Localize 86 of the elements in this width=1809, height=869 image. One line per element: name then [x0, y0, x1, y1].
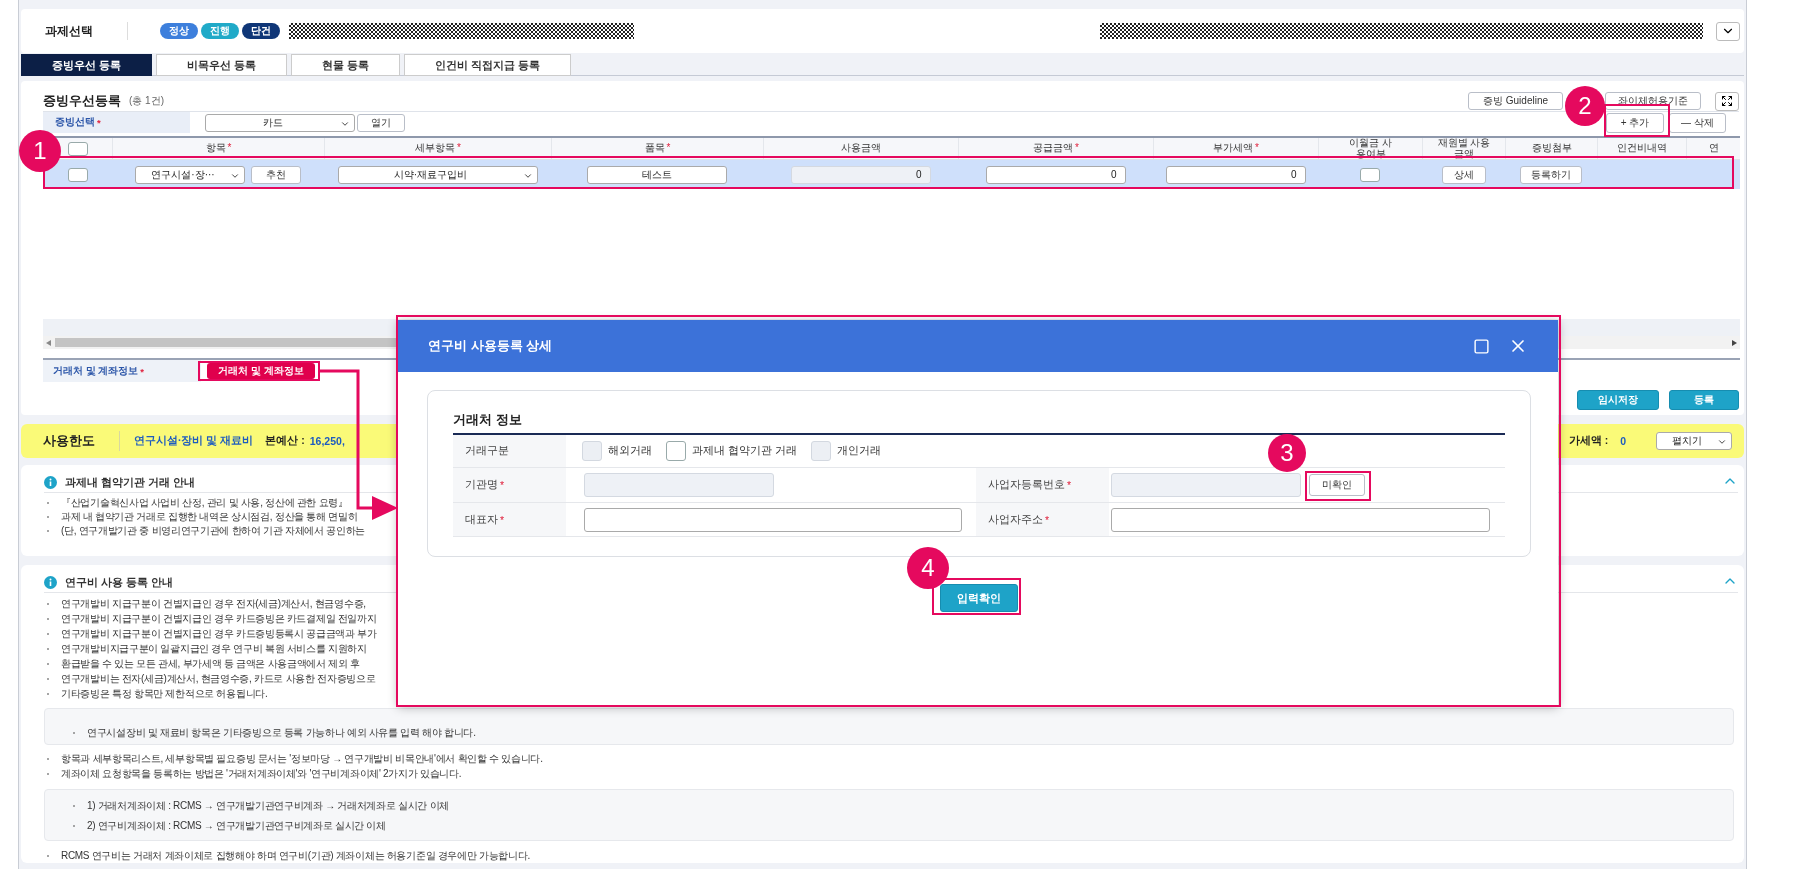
- column-header: 세부항목 *: [324, 138, 551, 159]
- register-attachment-button[interactable]: 등록하기: [1520, 165, 1582, 184]
- tab[interactable]: 비목우선 등록: [156, 54, 288, 76]
- total-count: (총 1건): [129, 94, 164, 108]
- add-button[interactable]: + 추가: [1606, 112, 1664, 133]
- expand-button[interactable]: [1715, 91, 1739, 111]
- notice-text: 2) 연구비계좌이체 : RCMS → 연구개발기관연구비계좌로 실시간 이체: [87, 819, 386, 833]
- checkbox[interactable]: [666, 441, 686, 461]
- budget-label: 본예산 :: [265, 434, 305, 448]
- column-header: 사용금액: [763, 138, 958, 159]
- left-arrow-icon[interactable]: [46, 339, 51, 346]
- input-field[interactable]: [584, 507, 962, 532]
- dialog-title: 연구비 사용등록 상세: [428, 337, 553, 355]
- notice-text: 1) 거래처계좌이체 : RCMS → 연구개발기관연구비계좌 → 거래처계좌로 실시간 이체: [87, 799, 450, 813]
- notice-text: 계좌이체 요청항목을 등록하는 방법은 '거래처계좌이체'와 '연구비계좌이체' 2가지가 있습니다.: [61, 766, 462, 781]
- detail-button[interactable]: 상세: [1441, 165, 1486, 184]
- vat-value: 0: [1620, 435, 1626, 447]
- notice-text: 과제 내 협약기관 거래로 집행한 내역은 상시점검, 정산을 통해 면밀히: [61, 510, 358, 524]
- recommend-button[interactable]: 추천: [251, 165, 301, 184]
- chevron-down-button[interactable]: [1716, 21, 1740, 41]
- dropdown[interactable]: 시약·재료구입비: [337, 165, 538, 184]
- transfer-criteria-button[interactable]: 좌이체허용기준: [1605, 92, 1701, 110]
- column-header: 항목 *: [112, 138, 324, 159]
- checkbox-label: 개인거래: [836, 444, 881, 458]
- notice-text: (단, 연구개발기관 중 비영리연구기관에 한하여 기관 자체에서 공인하는: [61, 524, 366, 538]
- notice-text: 『산업기술혁신사업 사업비 산정, 관리 및 사용, 정산에 관한 요령』: [61, 496, 348, 510]
- filter-label: 증빙선택 *: [43, 112, 190, 133]
- field-label: 사업자등록번호 *: [976, 468, 1109, 502]
- input-field[interactable]: 0: [1165, 165, 1306, 184]
- caret-icon: [1717, 437, 1727, 447]
- notice-title: 연구비 사용 등록 안내: [65, 575, 174, 590]
- column-header: 부가세액 *: [1153, 138, 1318, 159]
- field-label: 거래처 및 계좌정보 *: [43, 360, 201, 382]
- guideline-button[interactable]: 증빙 Guideline: [1468, 92, 1563, 110]
- column-header: 품목 *: [551, 138, 763, 159]
- checkbox-label: 과제내 협약기관 거래: [692, 444, 797, 458]
- info-icon: [44, 576, 57, 589]
- dropdown[interactable]: 연구시설·장···: [135, 165, 245, 184]
- field-label: 거래구분: [453, 435, 566, 467]
- dropdown[interactable]: 펼치기: [1656, 432, 1732, 450]
- limit-title: 사용한도: [43, 432, 95, 450]
- project-select-label: 과제선택: [45, 22, 93, 40]
- notice-text: 연구시설장비 및 재료비 항목은 기타증빙으로 등록 가능하나 예외 사유를 입력 해야 합니다.: [87, 726, 476, 740]
- notice-text: 연구개발비 지급구분이 건별지급인 경우 카드증빙등록시 공급금액과 부가: [61, 626, 377, 641]
- field-label: 사업자주소 *: [976, 503, 1109, 536]
- delete-button[interactable]: — 삭제: [1669, 112, 1726, 133]
- checkbox[interactable]: [1360, 167, 1380, 182]
- notice-text: 환급받을 수 있는 모든 관세, 부가세액 등 금액은 사용금액에서 제외 후: [61, 656, 360, 671]
- open-button[interactable]: 열기: [357, 113, 405, 132]
- vat-label: 가세액 :: [1568, 434, 1609, 448]
- tab[interactable]: 증빙우선 등록: [21, 54, 153, 76]
- field-label: 기관명 *: [453, 468, 566, 502]
- notice-text: 연구개발비 지급구분이 건별지급인 경우 카드증빙은 카드결제일 전일까지: [61, 611, 377, 626]
- status-badge: 정상: [160, 23, 198, 39]
- notice-text: 항목과 세부항목리스트, 세부항목별 필요증빙 문서는 '정보마당 → 연구개발비 비목안내'에서 확인할 수 있습니다.: [61, 751, 543, 766]
- column-header: 연: [1686, 138, 1740, 159]
- column-header: 증빙첨부: [1505, 138, 1597, 159]
- budget-value: 16,250,: [309, 435, 345, 447]
- checkbox-label: 해외거래: [608, 444, 652, 458]
- maximize-icon[interactable]: [1473, 337, 1490, 355]
- column-header: 공급금액 *: [958, 138, 1153, 159]
- input-field[interactable]: [1111, 507, 1490, 532]
- notice-text: 기타증빙은 특정 항목만 제한적으로 허용됩니다.: [61, 686, 268, 701]
- status-badge: 진행: [201, 23, 239, 39]
- input-field[interactable]: 0: [985, 165, 1126, 184]
- right-arrow-icon[interactable]: [1732, 339, 1737, 346]
- highlight-frame: [1604, 104, 1670, 137]
- notice-text: 연구개발비지급구분이 일괄지급인 경우 연구비 복원 서비스를 지원하지: [61, 641, 367, 656]
- category-text: 연구시설·장비 및 재료비: [134, 434, 254, 448]
- tab[interactable]: 현물 등록: [291, 54, 401, 76]
- tab[interactable]: 인건비 직접지급 등록: [404, 54, 572, 76]
- vendor-account-button[interactable]: 거래처 및 계좌정보: [207, 363, 315, 379]
- field-label: 대표자 *: [453, 503, 566, 536]
- checkbox[interactable]: [67, 167, 88, 182]
- card-title: 증빙우선등록: [43, 92, 121, 110]
- expand-icon: [1721, 95, 1733, 107]
- notice-title: 과제내 협약기관 거래 안내: [65, 475, 196, 490]
- input-field[interactable]: 테스트: [587, 165, 727, 184]
- info-icon: [44, 476, 57, 489]
- notice-text: 연구개발비 지급구분이 건별지급인 경우 전자(세금)계산서, 현금영수증,: [61, 596, 366, 611]
- checkbox[interactable]: [67, 141, 88, 156]
- column-header: 인건비내역: [1597, 138, 1686, 159]
- dropdown[interactable]: 카드: [205, 113, 355, 132]
- notice-text: 연구개발비는 전자(세금)계산서, 현금영수증, 카드로 사용한 전자증빙으로: [61, 671, 376, 686]
- notice-text: RCMS 연구비는 거래처 계좌이체로 집행해야 하며 연구비(기관) 계좌이체는 허용기준일 경우에만 가능합니다.: [61, 848, 530, 863]
- status-badge: 단건: [242, 23, 280, 39]
